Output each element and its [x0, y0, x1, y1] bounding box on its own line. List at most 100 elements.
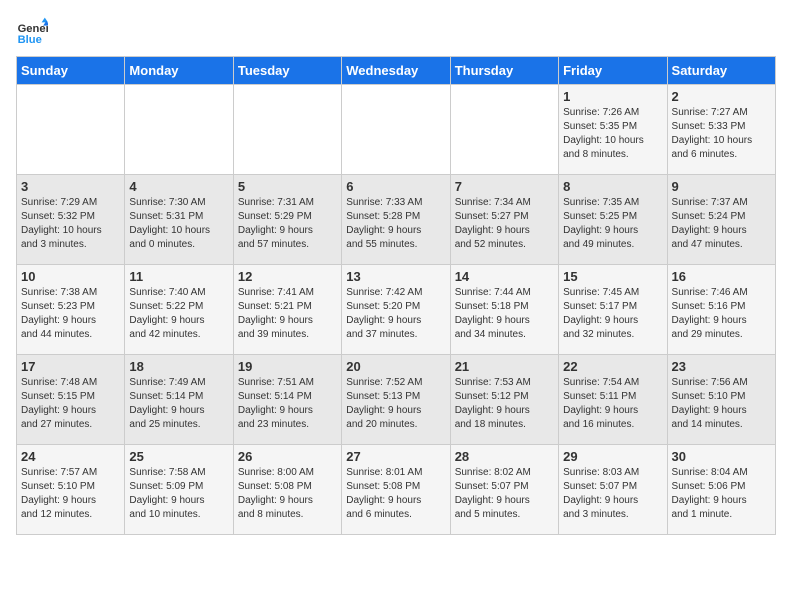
day-number: 7 — [455, 179, 554, 194]
day-number: 3 — [21, 179, 120, 194]
day-info: Sunrise: 7:38 AM Sunset: 5:23 PM Dayligh… — [21, 286, 120, 342]
day-info: Sunrise: 7:27 AM Sunset: 5:33 PM Dayligh… — [672, 106, 771, 162]
calendar-cell: 13 Sunrise: 7:42 AM Sunset: 5:20 PM Dayli… — [342, 265, 450, 355]
calendar-cell: 2 Sunrise: 7:27 AM Sunset: 5:33 PM Daylig… — [667, 85, 775, 175]
day-info: Sunrise: 7:42 AM Sunset: 5:20 PM Dayligh… — [346, 286, 445, 342]
day-number: 12 — [238, 269, 337, 284]
day-number: 6 — [346, 179, 445, 194]
day-info: Sunrise: 8:03 AM Sunset: 5:07 PM Dayligh… — [563, 466, 662, 522]
calendar-cell: 9 Sunrise: 7:37 AM Sunset: 5:24 PM Daylig… — [667, 175, 775, 265]
calendar-cell: 3 Sunrise: 7:29 AM Sunset: 5:32 PM Daylig… — [17, 175, 125, 265]
day-info: Sunrise: 7:29 AM Sunset: 5:32 PM Dayligh… — [21, 196, 120, 252]
day-number: 18 — [129, 359, 228, 374]
day-info: Sunrise: 7:52 AM Sunset: 5:13 PM Dayligh… — [346, 376, 445, 432]
calendar-cell: 15 Sunrise: 7:45 AM Sunset: 5:17 PM Dayli… — [559, 265, 667, 355]
day-info: Sunrise: 7:34 AM Sunset: 5:27 PM Dayligh… — [455, 196, 554, 252]
day-number: 30 — [672, 449, 771, 464]
day-info: Sunrise: 7:56 AM Sunset: 5:10 PM Dayligh… — [672, 376, 771, 432]
calendar-cell: 21 Sunrise: 7:53 AM Sunset: 5:12 PM Dayli… — [450, 355, 558, 445]
day-info: Sunrise: 7:33 AM Sunset: 5:28 PM Dayligh… — [346, 196, 445, 252]
calendar-cell: 8 Sunrise: 7:35 AM Sunset: 5:25 PM Daylig… — [559, 175, 667, 265]
calendar-cell: 28 Sunrise: 8:02 AM Sunset: 5:07 PM Dayli… — [450, 445, 558, 535]
weekday-header-monday: Monday — [125, 57, 233, 85]
day-number: 26 — [238, 449, 337, 464]
svg-text:General: General — [18, 23, 48, 35]
calendar-cell: 16 Sunrise: 7:46 AM Sunset: 5:16 PM Dayli… — [667, 265, 775, 355]
day-info: Sunrise: 7:57 AM Sunset: 5:10 PM Dayligh… — [21, 466, 120, 522]
calendar-cell: 14 Sunrise: 7:44 AM Sunset: 5:18 PM Dayli… — [450, 265, 558, 355]
day-number: 21 — [455, 359, 554, 374]
calendar-cell: 1 Sunrise: 7:26 AM Sunset: 5:35 PM Daylig… — [559, 85, 667, 175]
calendar-cell: 12 Sunrise: 7:41 AM Sunset: 5:21 PM Dayli… — [233, 265, 341, 355]
day-info: Sunrise: 7:40 AM Sunset: 5:22 PM Dayligh… — [129, 286, 228, 342]
logo: General Blue — [16, 16, 52, 48]
day-number: 8 — [563, 179, 662, 194]
day-number: 25 — [129, 449, 228, 464]
calendar-cell — [17, 85, 125, 175]
calendar-cell: 20 Sunrise: 7:52 AM Sunset: 5:13 PM Dayli… — [342, 355, 450, 445]
day-info: Sunrise: 7:45 AM Sunset: 5:17 PM Dayligh… — [563, 286, 662, 342]
day-number: 9 — [672, 179, 771, 194]
weekday-header-tuesday: Tuesday — [233, 57, 341, 85]
day-number: 1 — [563, 89, 662, 104]
calendar-cell: 6 Sunrise: 7:33 AM Sunset: 5:28 PM Daylig… — [342, 175, 450, 265]
day-number: 23 — [672, 359, 771, 374]
calendar-cell: 17 Sunrise: 7:48 AM Sunset: 5:15 PM Dayli… — [17, 355, 125, 445]
day-info: Sunrise: 7:51 AM Sunset: 5:14 PM Dayligh… — [238, 376, 337, 432]
calendar-cell — [450, 85, 558, 175]
day-info: Sunrise: 8:00 AM Sunset: 5:08 PM Dayligh… — [238, 466, 337, 522]
calendar-cell — [342, 85, 450, 175]
day-info: Sunrise: 7:41 AM Sunset: 5:21 PM Dayligh… — [238, 286, 337, 342]
day-info: Sunrise: 7:49 AM Sunset: 5:14 PM Dayligh… — [129, 376, 228, 432]
header: General Blue — [16, 16, 776, 48]
calendar-cell: 22 Sunrise: 7:54 AM Sunset: 5:11 PM Dayli… — [559, 355, 667, 445]
calendar-cell: 23 Sunrise: 7:56 AM Sunset: 5:10 PM Dayli… — [667, 355, 775, 445]
svg-text:Blue: Blue — [18, 34, 42, 46]
day-number: 28 — [455, 449, 554, 464]
calendar-cell: 7 Sunrise: 7:34 AM Sunset: 5:27 PM Daylig… — [450, 175, 558, 265]
day-number: 15 — [563, 269, 662, 284]
day-number: 27 — [346, 449, 445, 464]
calendar-table: SundayMondayTuesdayWednesdayThursdayFrid… — [16, 56, 776, 535]
day-info: Sunrise: 8:02 AM Sunset: 5:07 PM Dayligh… — [455, 466, 554, 522]
day-info: Sunrise: 8:01 AM Sunset: 5:08 PM Dayligh… — [346, 466, 445, 522]
day-info: Sunrise: 7:48 AM Sunset: 5:15 PM Dayligh… — [21, 376, 120, 432]
calendar-cell: 29 Sunrise: 8:03 AM Sunset: 5:07 PM Dayli… — [559, 445, 667, 535]
calendar-cell: 19Sunrise: 7:51 AM Sunset: 5:14 PM Dayli… — [233, 355, 341, 445]
day-number: 11 — [129, 269, 228, 284]
calendar-cell: 18 Sunrise: 7:49 AM Sunset: 5:14 PM Dayli… — [125, 355, 233, 445]
day-info: Sunrise: 7:54 AM Sunset: 5:11 PM Dayligh… — [563, 376, 662, 432]
day-number: 20 — [346, 359, 445, 374]
day-info: Sunrise: 7:26 AM Sunset: 5:35 PM Dayligh… — [563, 106, 662, 162]
calendar-cell: 10 Sunrise: 7:38 AM Sunset: 5:23 PM Dayli… — [17, 265, 125, 355]
day-number: 24 — [21, 449, 120, 464]
day-number: 22 — [563, 359, 662, 374]
day-number: 10 — [21, 269, 120, 284]
day-number: 17 — [21, 359, 120, 374]
day-info: Sunrise: 7:30 AM Sunset: 5:31 PM Dayligh… — [129, 196, 228, 252]
day-info: Sunrise: 7:58 AM Sunset: 5:09 PM Dayligh… — [129, 466, 228, 522]
day-info: Sunrise: 8:04 AM Sunset: 5:06 PM Dayligh… — [672, 466, 771, 522]
weekday-header-wednesday: Wednesday — [342, 57, 450, 85]
calendar-cell — [125, 85, 233, 175]
calendar-cell: 4Sunrise: 7:30 AM Sunset: 5:31 PM Daylig… — [125, 175, 233, 265]
weekday-header-saturday: Saturday — [667, 57, 775, 85]
day-number: 13 — [346, 269, 445, 284]
day-number: 29 — [563, 449, 662, 464]
weekday-header-thursday: Thursday — [450, 57, 558, 85]
calendar-cell: 5Sunrise: 7:31 AM Sunset: 5:29 PM Daylig… — [233, 175, 341, 265]
day-info: Sunrise: 7:37 AM Sunset: 5:24 PM Dayligh… — [672, 196, 771, 252]
weekday-header-friday: Friday — [559, 57, 667, 85]
day-number: 16 — [672, 269, 771, 284]
calendar-cell: 26 Sunrise: 8:00 AM Sunset: 5:08 PM Dayli… — [233, 445, 341, 535]
calendar-cell: 25 Sunrise: 7:58 AM Sunset: 5:09 PM Dayli… — [125, 445, 233, 535]
calendar-cell: 11 Sunrise: 7:40 AM Sunset: 5:22 PM Dayli… — [125, 265, 233, 355]
day-info: Sunrise: 7:35 AM Sunset: 5:25 PM Dayligh… — [563, 196, 662, 252]
day-info: Sunrise: 7:46 AM Sunset: 5:16 PM Dayligh… — [672, 286, 771, 342]
day-info: Sunrise: 7:31 AM Sunset: 5:29 PM Dayligh… — [238, 196, 337, 252]
day-number: 14 — [455, 269, 554, 284]
calendar-cell: 27 Sunrise: 8:01 AM Sunset: 5:08 PM Dayli… — [342, 445, 450, 535]
day-info: Sunrise: 7:53 AM Sunset: 5:12 PM Dayligh… — [455, 376, 554, 432]
day-number: 2 — [672, 89, 771, 104]
day-info: Sunrise: 7:44 AM Sunset: 5:18 PM Dayligh… — [455, 286, 554, 342]
